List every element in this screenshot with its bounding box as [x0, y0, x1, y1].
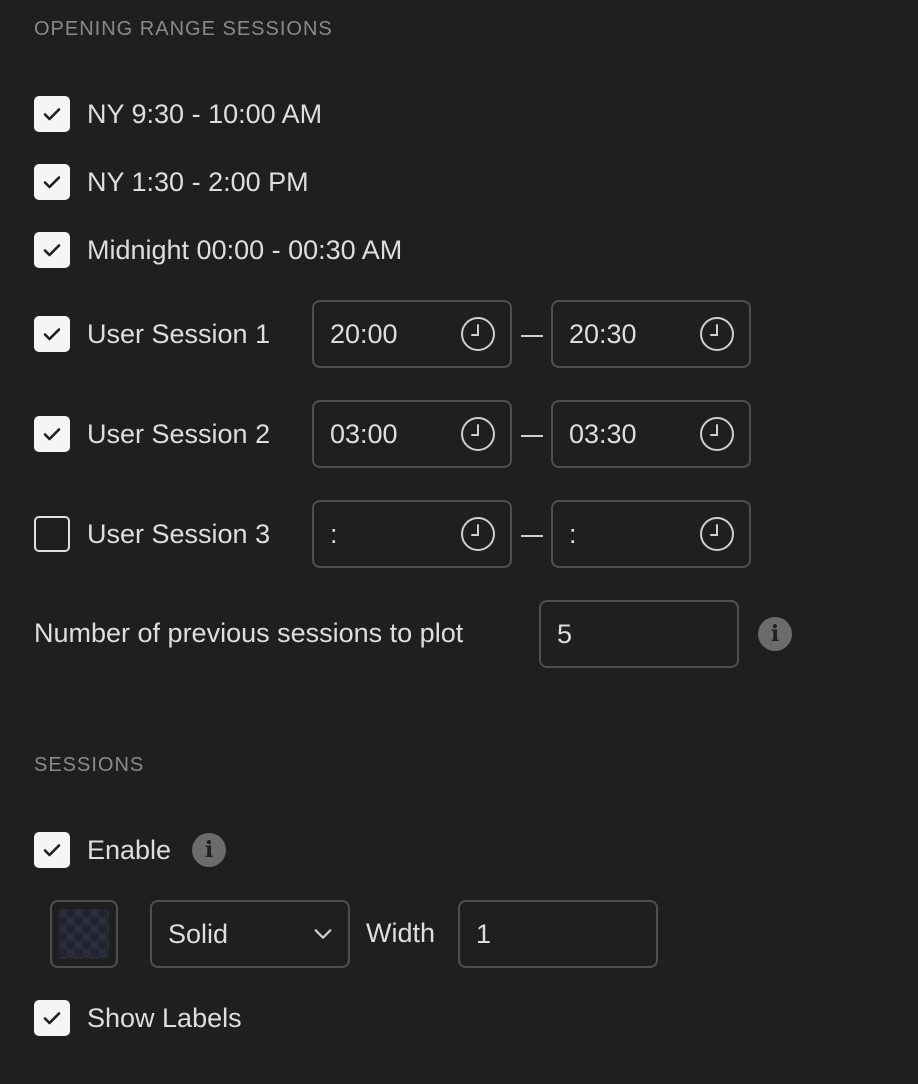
- midnight-checkbox[interactable]: [34, 232, 70, 268]
- check-icon: [43, 328, 61, 341]
- user-session-3-end-input[interactable]: :: [551, 500, 751, 568]
- range-dash: [521, 335, 543, 337]
- user-session-2-checkbox[interactable]: [34, 416, 70, 452]
- show-labels-label: Show Labels: [87, 1002, 242, 1033]
- color-picker-button[interactable]: [50, 900, 118, 968]
- user-session-2-row: User Session 2: [34, 416, 270, 452]
- user-session-2-end-input[interactable]: 03:30: [551, 400, 751, 468]
- clock-icon[interactable]: [460, 316, 496, 352]
- info-icon[interactable]: i: [192, 833, 226, 867]
- info-icon[interactable]: i: [758, 617, 792, 651]
- opening-range-sessions-title: OPENING RANGE SESSIONS: [34, 18, 333, 40]
- user-session-3-checkbox[interactable]: [34, 516, 70, 552]
- ny-am-label: NY 9:30 - 10:00 AM: [87, 98, 323, 129]
- enable-row: Enable: [34, 832, 171, 868]
- user-session-3-end-value: :: [569, 518, 577, 549]
- line-style-value: Solid: [168, 918, 229, 949]
- check-icon: [43, 176, 61, 189]
- user-session-2-end-value: 03:30: [569, 418, 637, 449]
- width-value: 1: [476, 918, 492, 949]
- clock-icon[interactable]: [460, 416, 496, 452]
- user-session-1-start-value: 20:00: [330, 318, 398, 349]
- ny-am-checkbox[interactable]: [34, 96, 70, 132]
- midnight-label: Midnight 00:00 - 00:30 AM: [87, 234, 403, 265]
- check-icon: [43, 1012, 61, 1025]
- width-label: Width: [366, 918, 436, 948]
- enable-checkbox[interactable]: [34, 832, 70, 868]
- range-dash: [521, 535, 543, 537]
- user-session-1-start-input[interactable]: 20:00: [312, 300, 512, 368]
- session-row-midnight: Midnight 00:00 - 00:30 AM: [34, 232, 402, 268]
- ny-pm-checkbox[interactable]: [34, 164, 70, 200]
- user-session-1-end-input[interactable]: 20:30: [551, 300, 751, 368]
- user-session-1-label: User Session 1: [87, 318, 271, 349]
- clock-icon[interactable]: [699, 316, 735, 352]
- previous-sessions-label: Number of previous sessions to plot: [34, 618, 464, 648]
- sessions-title: SESSIONS: [34, 754, 145, 776]
- show-labels-checkbox[interactable]: [34, 1000, 70, 1036]
- user-session-3-start-input[interactable]: :: [312, 500, 512, 568]
- session-row-ny-am: NY 9:30 - 10:00 AM: [34, 96, 322, 132]
- range-dash: [521, 435, 543, 437]
- check-icon: [43, 108, 61, 121]
- clock-icon[interactable]: [699, 516, 735, 552]
- user-session-1-end-value: 20:30: [569, 318, 637, 349]
- enable-label: Enable: [87, 834, 172, 865]
- chevron-down-icon: [314, 929, 332, 939]
- user-session-2-start-value: 03:00: [330, 418, 398, 449]
- check-icon: [43, 244, 61, 257]
- clock-icon[interactable]: [460, 516, 496, 552]
- user-session-3-label: User Session 3: [87, 518, 271, 549]
- user-session-1-row: User Session 1: [34, 316, 270, 352]
- width-input[interactable]: 1: [458, 900, 658, 968]
- user-session-3-row: User Session 3: [34, 516, 270, 552]
- user-session-2-label: User Session 2: [87, 418, 271, 449]
- clock-icon[interactable]: [699, 416, 735, 452]
- user-session-1-checkbox[interactable]: [34, 316, 70, 352]
- user-session-3-start-value: :: [330, 518, 338, 549]
- previous-sessions-value: 5: [557, 618, 573, 649]
- check-icon: [43, 428, 61, 441]
- user-session-2-start-input[interactable]: 03:00: [312, 400, 512, 468]
- show-labels-row: Show Labels: [34, 1000, 242, 1036]
- line-style-select[interactable]: Solid: [150, 900, 350, 968]
- session-row-ny-pm: NY 1:30 - 2:00 PM: [34, 164, 309, 200]
- check-icon: [43, 844, 61, 857]
- previous-sessions-input[interactable]: 5: [539, 600, 739, 668]
- color-preview: [59, 909, 109, 959]
- ny-pm-label: NY 1:30 - 2:00 PM: [87, 166, 309, 197]
